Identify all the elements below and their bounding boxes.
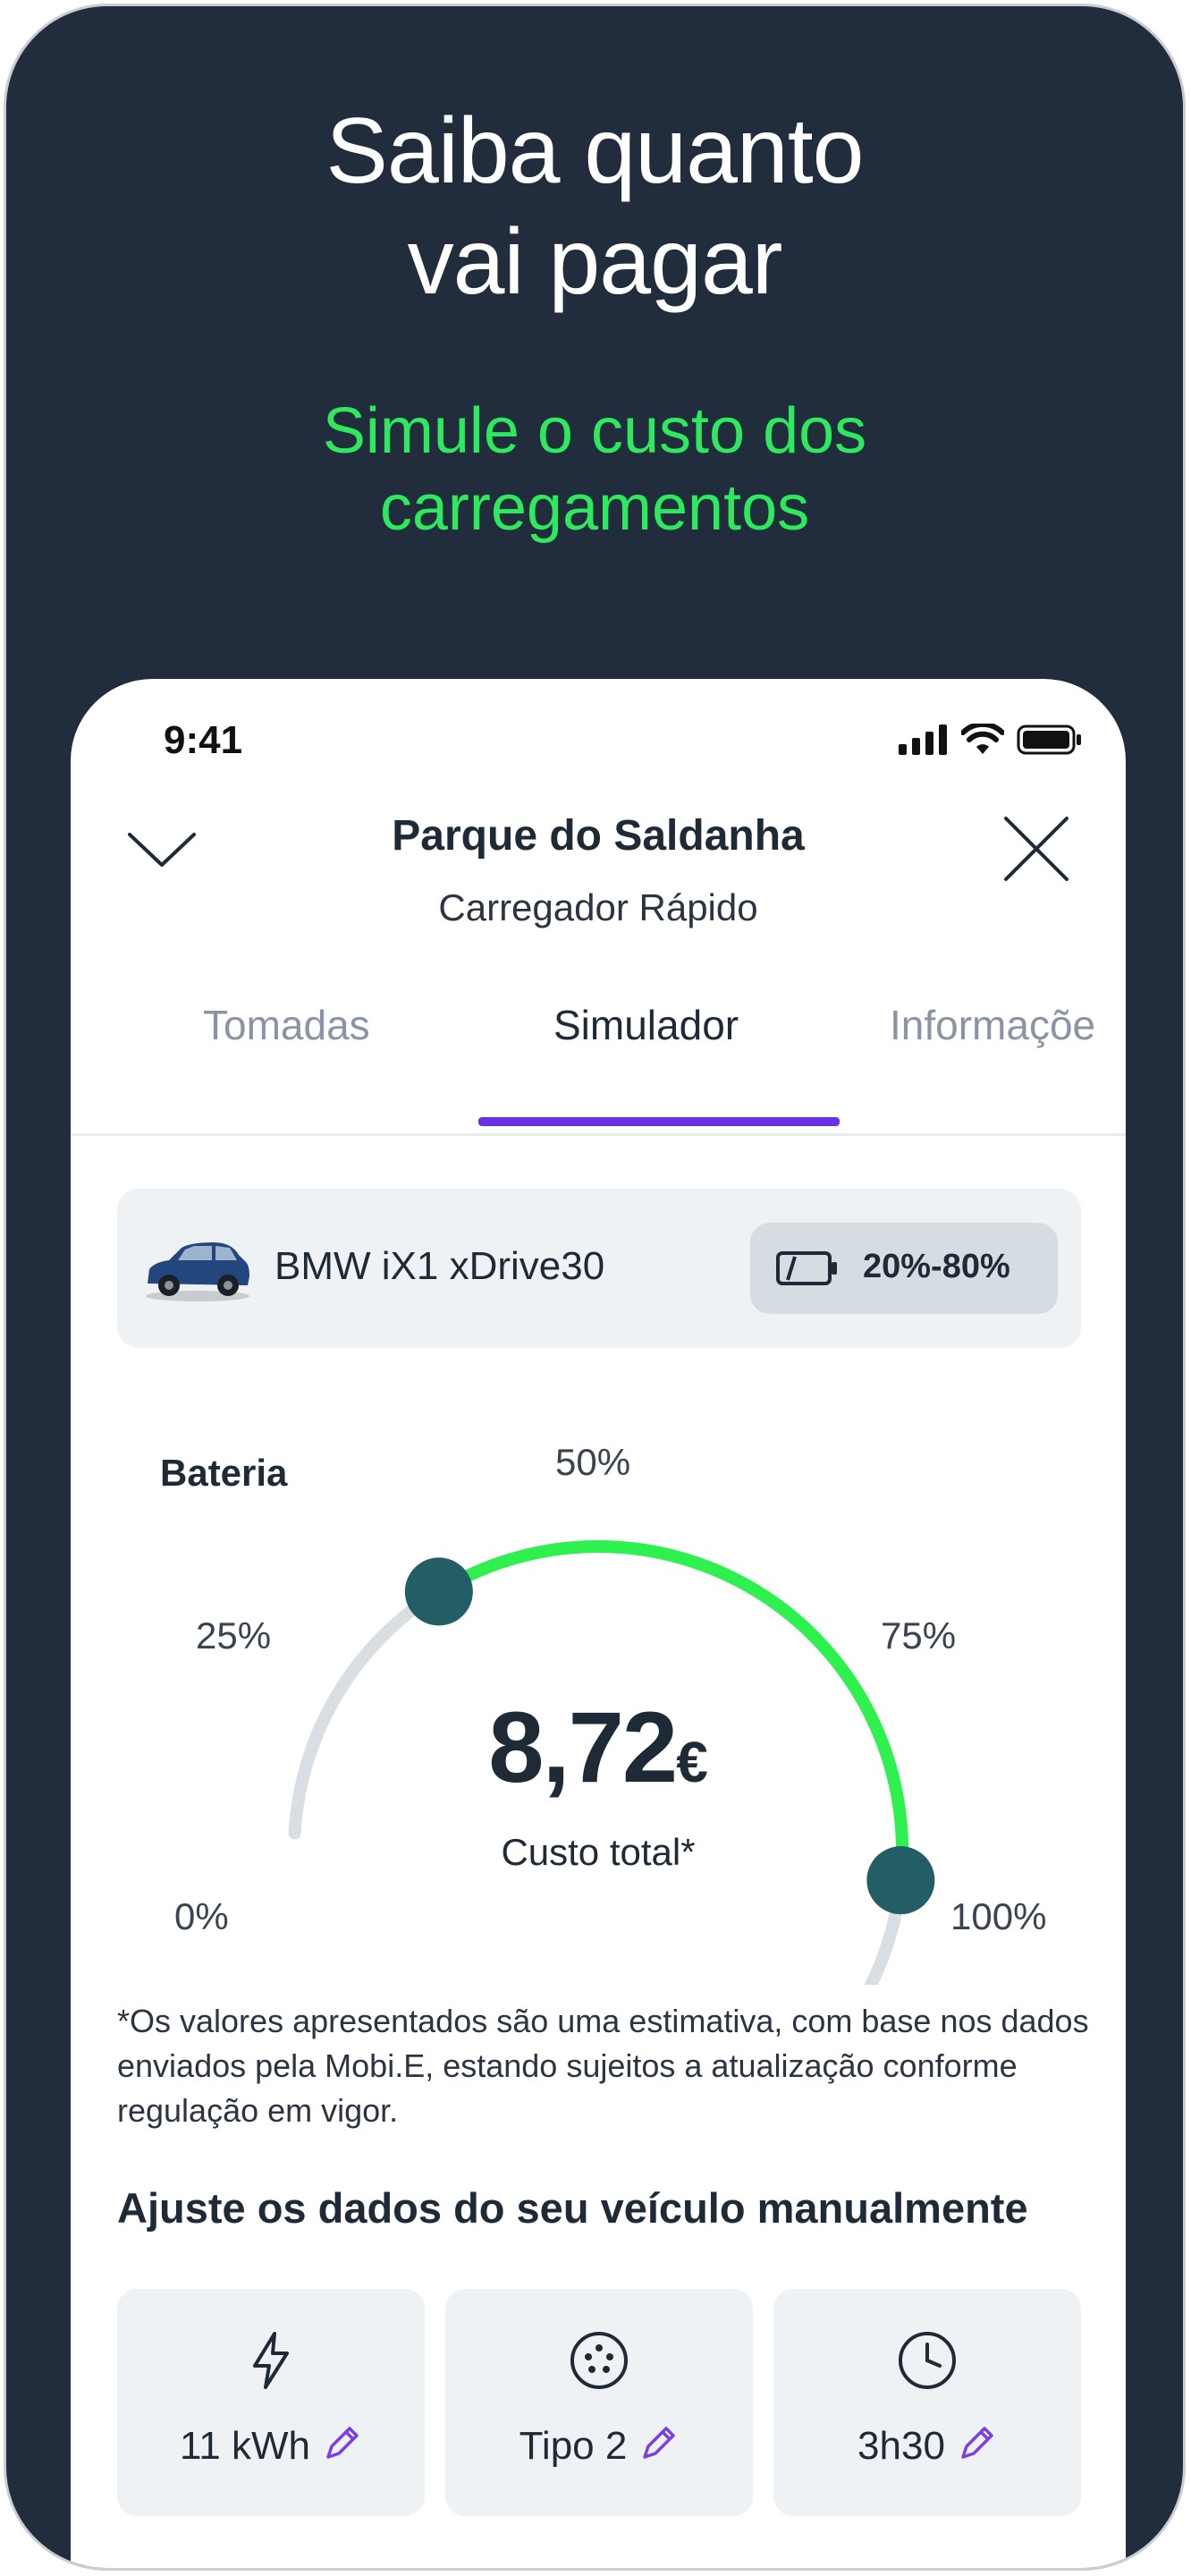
pencil-icon[interactable] [638,2423,679,2464]
gauge-handle-start [404,1557,473,1626]
disclaimer-text: *Os valores apresentados são uma estimat… [117,2003,1089,2129]
param-duration-text: 3h30 [857,2424,945,2468]
total-cost-currency: € [676,1730,708,1794]
status-time: 9:41 [164,718,243,762]
param-power[interactable]: 11 kWh [117,2289,425,2516]
lightning-icon [253,2332,289,2389]
active-tab-indicator [478,1117,840,1126]
close-icon[interactable] [1001,813,1072,885]
param-row: 11 kWh Tipo 2 3h30 [117,2289,1081,2516]
phone-screen: 9:41 Parque do Saldanha Carregador Rápid… [71,679,1126,2568]
manual-section-title: Ajuste os dados do seu veículo manualmen… [117,2184,1028,2232]
promo-subheadline: Simule o custo dos carregamentos [6,393,1183,547]
subheadline-line-1: Simule o custo dos [322,395,867,467]
status-icons [899,724,1083,756]
total-cost-value: 8,72 [488,1691,678,1803]
headline-line-1: Saiba quanto [325,99,865,203]
param-connector-value: Tipo 2 [445,2423,753,2469]
tick-50: 50% [555,1441,631,1483]
battery-range-pill[interactable]: 20%-80% [750,1223,1058,1314]
headline-line-2: vai pagar [407,210,783,314]
battery-icon [1017,724,1081,755]
tab-divider [71,1133,1126,1136]
station-name: Parque do Saldanha [392,812,805,860]
pencil-icon[interactable] [956,2423,997,2464]
promo-headline: Saiba quanto vai pagar [6,96,1183,318]
connector-type2-icon [570,2332,628,2389]
signal-icon [899,724,947,755]
param-power-text: 11 kWh [180,2424,310,2468]
tab-informacoes[interactable]: Informaçõe [890,1001,1095,1049]
wifi-icon [961,724,1004,754]
battery-outline-icon [776,1251,837,1285]
param-connector-text: Tipo 2 [519,2424,628,2468]
car-image [146,1242,249,1301]
vehicle-card[interactable]: BMW iX1 xDrive30 20%-80% [117,1189,1081,1348]
pencil-icon[interactable] [321,2423,362,2464]
total-cost-label: Custo total* [501,1831,696,1873]
param-duration[interactable]: 3h30 [773,2289,1081,2516]
total-cost: 8,72€ [71,1690,1126,1805]
param-duration-value: 3h30 [773,2423,1081,2469]
promo-frame: Saiba quanto vai pagar Simule o custo do… [4,4,1186,2571]
param-power-value: 11 kWh [117,2423,425,2469]
param-connector[interactable]: Tipo 2 [445,2289,753,2516]
tab-simulador[interactable]: Simulador [553,1001,739,1049]
tab-bar: Tomadas Simulador Informaçõe [71,1001,1126,1101]
clock-icon [899,2332,956,2389]
charger-type: Carregador Rápido [438,886,758,928]
subheadline-line-2: carregamentos [379,472,810,544]
battery-range-text: 20%-80% [863,1248,1010,1285]
tab-tomadas[interactable]: Tomadas [203,1001,370,1049]
vehicle-name: BMW iX1 xDrive30 [275,1244,605,1288]
